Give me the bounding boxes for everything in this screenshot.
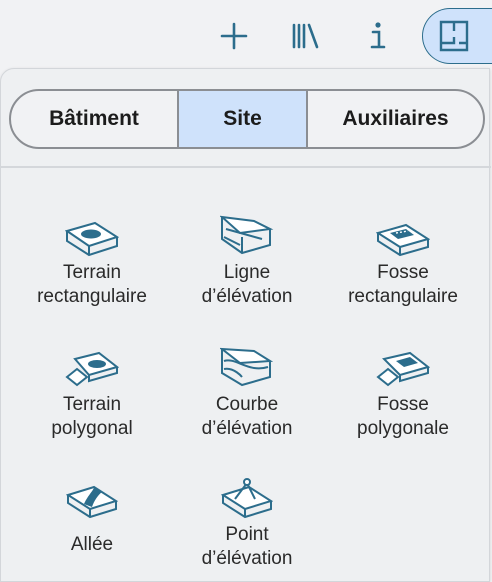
tool-driveway[interactable]: Allée bbox=[14, 461, 170, 557]
layout-button[interactable] bbox=[422, 8, 492, 64]
tool-label: Ligne d’élévation bbox=[201, 262, 293, 307]
rectangular-terrain-icon bbox=[65, 221, 119, 257]
plus-icon bbox=[220, 22, 248, 50]
tool-rectangular-pit[interactable]: Fosse rectangulaire bbox=[325, 199, 481, 309]
tool-label: Terrain polygonal bbox=[51, 394, 133, 439]
tool-elevation-point[interactable]: Point d’élévation bbox=[169, 461, 325, 571]
polygonal-pit-icon bbox=[376, 351, 430, 387]
category-segmented-control: Bâtiment Site Auxiliaires bbox=[9, 89, 485, 149]
top-toolbar bbox=[0, 0, 492, 70]
tab-auxiliaires[interactable]: Auxiliaires bbox=[306, 91, 483, 147]
divider bbox=[1, 166, 491, 168]
tool-label: Courbe d’élévation bbox=[201, 394, 293, 439]
polygonal-terrain-icon bbox=[65, 351, 119, 387]
tool-elevation-curve[interactable]: Courbe d’élévation bbox=[169, 331, 325, 441]
elevation-point-icon bbox=[221, 478, 273, 519]
tab-site[interactable]: Site bbox=[177, 91, 306, 147]
tool-polygonal-terrain[interactable]: Terrain polygonal bbox=[14, 331, 170, 441]
tool-elevation-line[interactable]: Ligne d’élévation bbox=[169, 199, 325, 309]
library-button[interactable] bbox=[284, 10, 328, 62]
tool-label: Fosse rectangulaire bbox=[348, 262, 458, 307]
elevation-line-icon bbox=[220, 215, 274, 255]
tool-label: Allée bbox=[70, 534, 114, 555]
tool-label: Point d’élévation bbox=[201, 524, 293, 569]
floorplan-icon bbox=[439, 20, 468, 52]
tab-batiment[interactable]: Bâtiment bbox=[11, 91, 177, 147]
tool-label: Terrain rectangulaire bbox=[37, 262, 147, 307]
add-button[interactable] bbox=[212, 10, 256, 62]
driveway-icon bbox=[66, 485, 118, 519]
rectangular-pit-icon bbox=[376, 223, 430, 257]
library-icon bbox=[292, 23, 319, 49]
info-button[interactable] bbox=[356, 10, 400, 62]
info-icon bbox=[370, 22, 386, 49]
tool-rectangular-terrain[interactable]: Terrain rectangulaire bbox=[14, 199, 170, 309]
site-tools-panel: Bâtiment Site Auxiliaires Terrain rectan… bbox=[0, 68, 491, 582]
elevation-curve-icon bbox=[220, 347, 274, 387]
tool-label: Fosse polygonale bbox=[357, 394, 449, 439]
tool-polygonal-pit[interactable]: Fosse polygonale bbox=[325, 331, 481, 441]
